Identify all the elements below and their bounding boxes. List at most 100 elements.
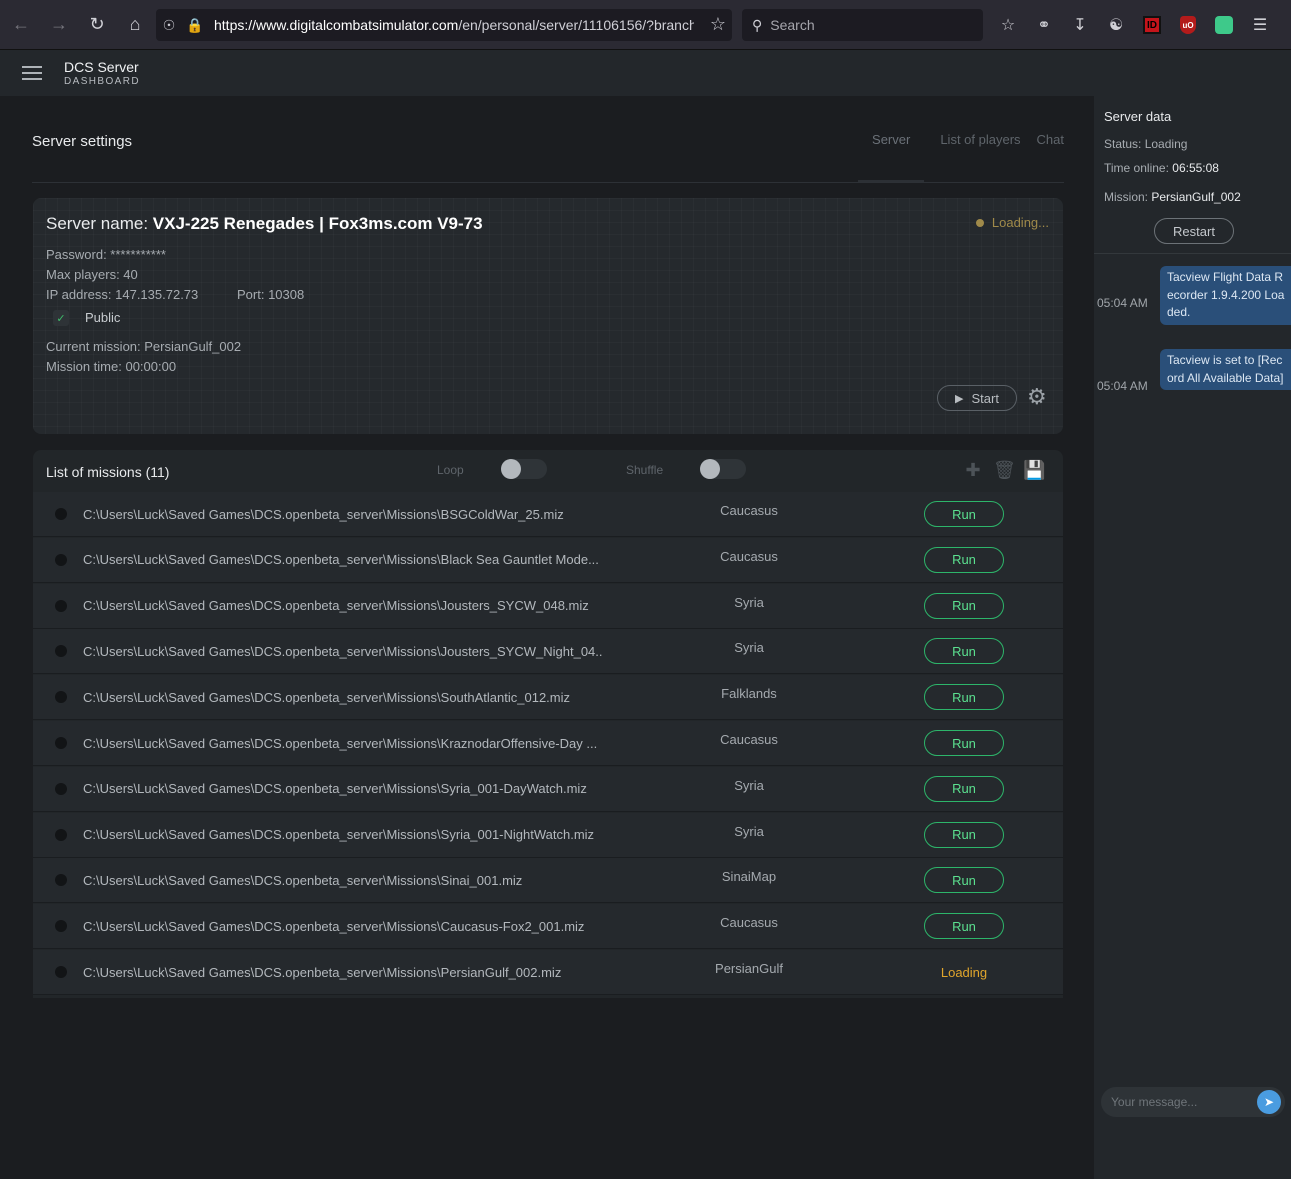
forward-icon[interactable]: →	[42, 8, 76, 42]
mission-path: C:\Users\Luck\Saved Games\DCS.openbeta_s…	[83, 506, 564, 522]
shuffle-label: Shuffle	[626, 463, 664, 477]
reload-icon[interactable]: ↻	[80, 8, 114, 42]
mission-map: Falklands	[721, 686, 777, 702]
chat-message: Tacview Flight Data Recorder 1.9.4.200 L…	[1160, 266, 1291, 325]
mission-map: Syria	[734, 640, 764, 656]
divider	[1094, 253, 1291, 254]
run-button[interactable]: Run	[924, 501, 1004, 527]
mission-map: Syria	[734, 823, 764, 839]
mission-row[interactable]: C:\Users\Luck\Saved Games\DCS.openbeta_s…	[33, 858, 1063, 904]
mission-radio[interactable]	[55, 782, 67, 795]
download-icon[interactable]: ↧	[1062, 9, 1098, 41]
mission-radio[interactable]	[55, 508, 67, 520]
shield-icon[interactable]: ☉	[156, 9, 182, 41]
start-button[interactable]: ▶ Start	[937, 385, 1017, 411]
mission-map: PersianGulf	[715, 961, 783, 976]
mission-path: C:\Users\Luck\Saved Games\DCS.openbeta_s…	[83, 964, 562, 980]
mission-row[interactable]: C:\Users\Luck\Saved Games\DCS.openbeta_s…	[33, 766, 1063, 812]
loop-label: Loop	[437, 463, 464, 477]
server-card: Server name: VXJ-225 Renegades | Fox3ms.…	[33, 198, 1063, 434]
url-text[interactable]: https://www.digitalcombatsimulator.com/e…	[214, 17, 694, 33]
send-icon[interactable]: ➤	[1257, 1090, 1281, 1114]
tab-chat[interactable]: Chat	[1037, 126, 1064, 182]
chat-time: 05:04 AM	[1097, 379, 1148, 393]
mission-radio[interactable]	[55, 645, 67, 658]
restart-button[interactable]: Restart	[1154, 218, 1234, 244]
back-icon[interactable]: ←	[4, 8, 38, 42]
server-status-line: Status: Loading	[1104, 137, 1188, 151]
mission-radio[interactable]	[55, 691, 67, 704]
tab-list-of-players[interactable]: List of players	[940, 126, 1020, 182]
time-online-line: Time online: 06:55:08	[1104, 161, 1219, 175]
home-icon[interactable]: ⌂	[118, 8, 152, 42]
mission-row[interactable]: C:\Users\Luck\Saved Games\DCS.openbeta_s…	[33, 950, 1063, 995]
bookmark-star-icon[interactable]: ☆	[710, 14, 726, 35]
menu-icon[interactable]: ☰	[1242, 9, 1278, 41]
mission-map: Syria	[734, 594, 764, 610]
play-icon: ▶	[955, 392, 964, 405]
save-icon[interactable]: 💾	[1023, 460, 1045, 481]
trash-icon[interactable]: 🗑	[993, 460, 1016, 481]
mission-row[interactable]: C:\Users\Luck\Saved Games\DCS.openbeta_s…	[33, 904, 1063, 950]
mission-radio[interactable]	[55, 599, 67, 612]
extensions-icon[interactable]: ☯	[1098, 9, 1134, 41]
gears-icon[interactable]: ⚙	[1027, 384, 1047, 410]
server-password: Password: ***********	[46, 247, 166, 262]
add-icon[interactable]: ✚	[963, 460, 983, 481]
mission-path: C:\Users\Luck\Saved Games\DCS.openbeta_s…	[83, 552, 599, 568]
current-mission: Current mission: PersianGulf_002	[46, 339, 242, 354]
run-button[interactable]: Run	[924, 775, 1004, 802]
run-button[interactable]: Run	[924, 684, 1004, 711]
run-button[interactable]: Run	[924, 913, 1004, 940]
mission-row[interactable]: C:\Users\Luck\Saved Games\DCS.openbeta_s…	[33, 721, 1063, 766]
check-icon: ✓	[56, 312, 66, 325]
mission-row[interactable]: C:\Users\Luck\Saved Games\DCS.openbeta_s…	[33, 492, 1063, 537]
extension-red-icon[interactable]: ID	[1134, 9, 1170, 41]
mission-radio[interactable]	[55, 966, 67, 978]
server-data-title: Server data	[1104, 109, 1172, 124]
app-header: DCS Server DASHBOARD	[0, 50, 1291, 96]
address-bar[interactable]: ☉ 🔒 https://www.digitalcombatsimulator.c…	[156, 9, 732, 41]
mission-row[interactable]: C:\Users\Luck\Saved Games\DCS.openbeta_s…	[33, 812, 1063, 858]
chat-message: Tacview is set to [Record All Available …	[1160, 349, 1291, 390]
mission-row[interactable]: C:\Users\Luck\Saved Games\DCS.openbeta_s…	[33, 537, 1063, 583]
mission-path: C:\Users\Luck\Saved Games\DCS.openbeta_s…	[83, 735, 598, 751]
mission-time: Mission time: 00:00:00	[46, 359, 177, 374]
run-button[interactable]: Run	[924, 867, 1004, 894]
divider	[32, 182, 1064, 183]
mission-radio[interactable]	[55, 737, 67, 749]
mission-radio[interactable]	[55, 553, 67, 566]
search-icon: ⚲	[752, 16, 763, 33]
mission-map: Caucasus	[720, 503, 778, 518]
tab-server[interactable]: Server	[858, 126, 925, 182]
lock-icon[interactable]: 🔒	[182, 9, 208, 41]
run-button[interactable]: Run	[924, 821, 1004, 848]
loop-toggle[interactable]	[501, 459, 547, 479]
mission-radio[interactable]	[55, 828, 67, 841]
mission-row[interactable]: C:\Users\Luck\Saved Games\DCS.openbeta_s…	[33, 583, 1063, 629]
extension-green-icon[interactable]	[1206, 9, 1242, 41]
server-data-panel: Server data Status: Loading Time online:…	[1094, 96, 1291, 1179]
ublock-icon[interactable]: uO	[1170, 9, 1206, 41]
server-ip: IP address: 147.135.72.73	[46, 287, 199, 302]
key-icon[interactable]: ⚭	[1026, 9, 1062, 41]
run-button[interactable]: Run	[924, 638, 1004, 665]
mission-radio[interactable]	[55, 874, 67, 887]
mission-map: Caucasus	[720, 548, 778, 564]
search-input[interactable]: ⚲ Search	[742, 9, 983, 41]
mission-row[interactable]: C:\Users\Luck\Saved Games\DCS.openbeta_s…	[33, 675, 1063, 721]
brand: DCS Server DASHBOARD	[64, 59, 140, 87]
mission-path: C:\Users\Luck\Saved Games\DCS.openbeta_s…	[83, 827, 595, 843]
run-button[interactable]: Run	[924, 592, 1004, 619]
shuffle-toggle[interactable]	[700, 459, 746, 479]
missions-title: List of missions (11)	[46, 464, 170, 480]
public-checkbox[interactable]: ✓	[53, 310, 69, 326]
run-button[interactable]: Run	[924, 730, 1004, 756]
loading-status: Loading	[940, 964, 988, 980]
pocket-icon[interactable]: ☆	[990, 9, 1026, 41]
mission-row[interactable]: C:\Users\Luck\Saved Games\DCS.openbeta_s…	[33, 629, 1063, 675]
hamburger-menu-icon[interactable]	[22, 66, 42, 80]
mission-path: C:\Users\Luck\Saved Games\DCS.openbeta_s…	[83, 643, 603, 659]
run-button[interactable]: Run	[924, 546, 1004, 573]
mission-radio[interactable]	[55, 920, 67, 933]
